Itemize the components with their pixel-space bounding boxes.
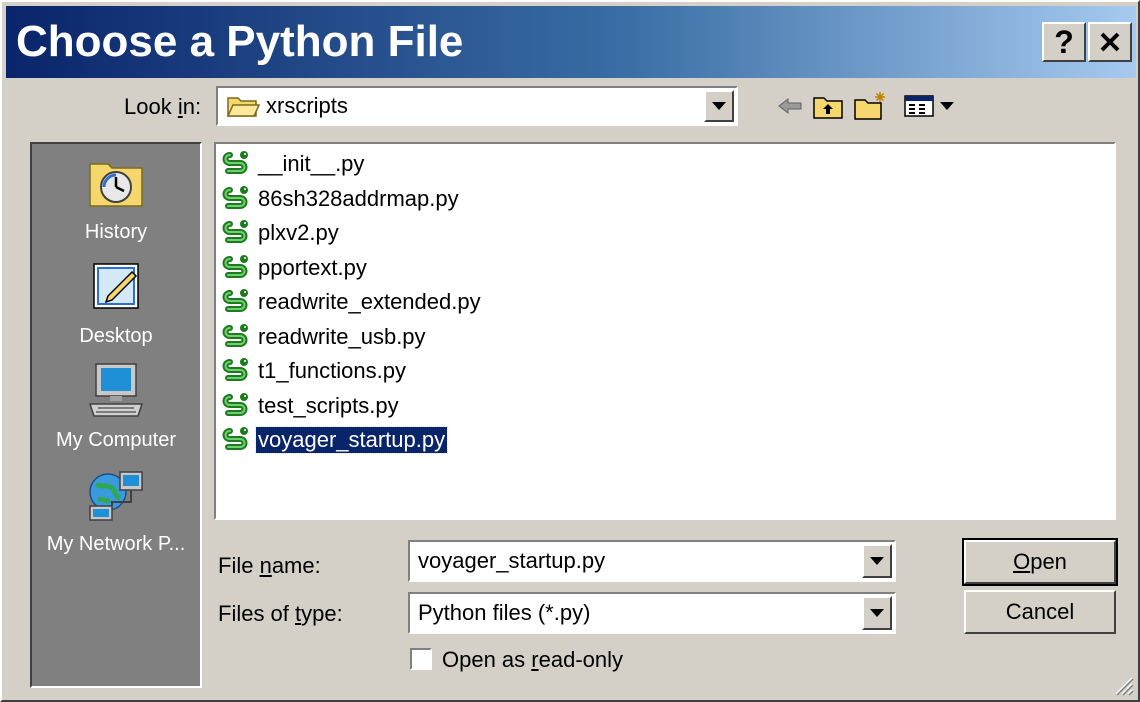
python-file-icon — [222, 392, 248, 416]
close-icon — [1100, 32, 1120, 52]
history-icon — [89, 163, 143, 207]
my-network-places-icon — [89, 471, 143, 521]
file-name-combobox[interactable]: voyager_startup.py — [408, 540, 896, 582]
file-list[interactable]: __init__.py 86sh328addrmap.py plxv2.py ppor… — [214, 142, 1116, 520]
file-name-text: 86sh328addrmap.py — [258, 185, 459, 211]
file-list-item[interactable]: plxv2.py — [220, 217, 341, 249]
look-in-combobox[interactable]: xrscripts — [216, 86, 738, 126]
file-name-text: t1_functions.py — [258, 358, 406, 383]
python-file-icon — [222, 289, 248, 312]
file-type-label: Files of type: — [218, 601, 343, 626]
back-button[interactable] — [772, 88, 808, 124]
python-file-icon — [222, 358, 248, 381]
view-menu-icon — [904, 95, 954, 117]
file-list-item[interactable]: readwrite_extended.py — [220, 286, 483, 318]
python-file-icon — [222, 254, 248, 278]
file-name-text: __init__.py — [258, 151, 365, 176]
new-folder-button[interactable] — [852, 88, 888, 124]
place-my-network-places[interactable]: My Network P... — [32, 466, 200, 556]
python-file-icon — [222, 151, 248, 174]
new-folder-icon — [854, 92, 885, 120]
look-in-value: xrscripts — [266, 93, 348, 118]
open-folder-icon — [226, 97, 260, 117]
file-list-item[interactable]: 86sh328addrmap.py — [220, 183, 461, 215]
file-name-input[interactable]: voyager_startup.py — [418, 548, 605, 574]
file-list-item[interactable]: test_scripts.py — [220, 390, 401, 422]
python-file-icon — [222, 323, 248, 347]
file-list-item[interactable]: pportext.py — [220, 252, 369, 284]
file-name-text: pportext.py — [258, 254, 367, 280]
file-type-value: Python files (*.py) — [418, 600, 591, 625]
place-label: My Computer — [55, 429, 177, 451]
desktop-icon — [93, 263, 139, 309]
file-list-item[interactable]: readwrite_usb.py — [220, 321, 428, 353]
file-name-text: test_scripts.py — [258, 392, 399, 418]
back-arrow-icon — [778, 97, 802, 115]
place-label: Desktop — [79, 325, 153, 347]
chevron-down-icon — [870, 557, 884, 565]
title-bar[interactable]: Choose a Python File ? — [6, 6, 1136, 78]
read-only-label[interactable]: Open as read-only — [442, 647, 623, 673]
close-button[interactable] — [1088, 22, 1132, 62]
open-button[interactable]: Open — [962, 538, 1118, 586]
python-file-icon — [222, 220, 248, 243]
help-button[interactable]: ? — [1042, 22, 1086, 62]
places-bar: History Desktop My Computer My Network P… — [30, 142, 202, 688]
place-desktop[interactable]: Desktop — [32, 258, 200, 348]
chevron-down-icon — [870, 609, 884, 617]
file-list-item[interactable]: __init__.py — [220, 148, 366, 180]
python-file-icon — [222, 185, 248, 209]
up-one-level-button[interactable] — [810, 88, 846, 124]
file-list-item[interactable]: t1_functions.py — [220, 355, 408, 387]
my-computer-icon — [88, 363, 144, 417]
dialog-title: Choose a Python File — [16, 17, 464, 66]
view-menu-button[interactable] — [900, 88, 964, 124]
cancel-button[interactable]: Cancel — [964, 590, 1116, 634]
file-name-text: plxv2.py — [258, 220, 339, 245]
file-name-text: voyager_startup.py — [254, 426, 449, 454]
place-label: History — [84, 221, 148, 243]
look-in-dropdown-button[interactable] — [704, 90, 734, 122]
resize-grip-icon[interactable] — [1110, 672, 1134, 696]
file-list-item[interactable]: voyager_startup.py — [220, 424, 449, 456]
file-dialog: Choose a Python File ? Look in: xrscript… — [0, 0, 1140, 702]
python-file-icon — [222, 427, 248, 450]
file-name-text: readwrite_usb.py — [258, 323, 426, 349]
chevron-down-icon — [712, 102, 726, 110]
file-type-select[interactable]: Python files (*.py) — [408, 592, 896, 634]
up-folder-icon — [813, 97, 843, 119]
place-label: My Network P... — [46, 533, 186, 555]
file-type-dropdown-button[interactable] — [862, 596, 892, 630]
look-in-label: Look in: — [124, 94, 202, 119]
file-name-text: readwrite_extended.py — [258, 289, 481, 314]
file-name-label: File name: — [218, 553, 321, 578]
place-my-computer[interactable]: My Computer — [32, 362, 200, 452]
read-only-checkbox[interactable] — [410, 648, 432, 670]
file-name-dropdown-button[interactable] — [862, 544, 892, 578]
place-history[interactable]: History — [32, 154, 200, 244]
